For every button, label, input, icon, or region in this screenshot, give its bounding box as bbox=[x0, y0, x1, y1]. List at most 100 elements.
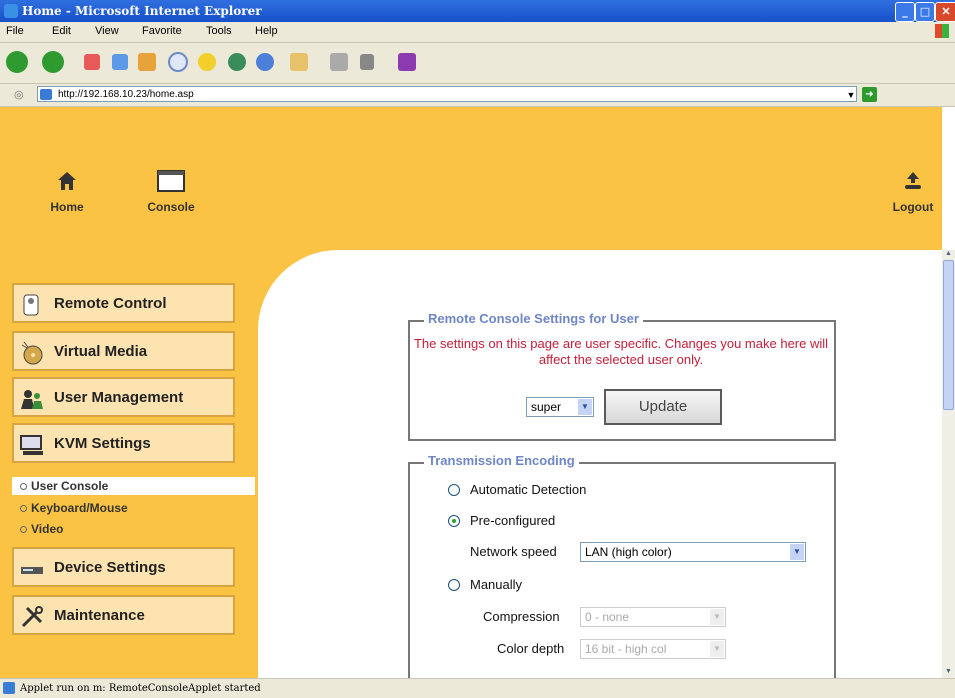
address-bar: ◎ http://192.168.10.23/home.asp ▼ ➜ bbox=[0, 84, 955, 107]
manual-radio[interactable] bbox=[448, 579, 460, 591]
nav-logout[interactable]: Logout bbox=[884, 170, 942, 214]
messenger-icon[interactable] bbox=[398, 53, 416, 71]
nav-console-label: Console bbox=[147, 200, 195, 214]
sidebar-label: Device Settings bbox=[54, 559, 166, 576]
page-content: Home Console Logout Remote Control Virtu… bbox=[0, 107, 942, 678]
forward-icon[interactable] bbox=[42, 51, 64, 73]
search-icon[interactable] bbox=[168, 52, 188, 72]
color-depth-select[interactable]: 16 bit - high col ▼ bbox=[580, 639, 726, 659]
user-select[interactable]: super ▼ bbox=[526, 397, 594, 417]
stop-icon[interactable] bbox=[84, 54, 100, 70]
minimize-button[interactable]: _ bbox=[895, 2, 915, 22]
sidebar-item-remote-control[interactable]: Remote Control bbox=[12, 283, 235, 323]
color-depth-value: 16 bit - high col bbox=[585, 642, 667, 656]
nav-home[interactable]: Home bbox=[42, 170, 92, 214]
vertical-scrollbar[interactable]: ▲ ▼ bbox=[942, 250, 955, 678]
window-title: Home - Microsoft Internet Explorer bbox=[22, 4, 262, 18]
sidebar-subitem-keyboard-mouse[interactable]: Keyboard/Mouse bbox=[12, 499, 255, 517]
go-button[interactable]: ➜ bbox=[862, 87, 877, 102]
bullet-icon bbox=[20, 483, 27, 491]
address-dropdown-icon[interactable]: ▼ bbox=[845, 88, 857, 102]
maximize-button[interactable]: □ bbox=[915, 2, 935, 22]
user-settings-panel: Remote Console Settings for User The set… bbox=[408, 311, 836, 441]
bullet-icon bbox=[20, 505, 27, 513]
chevron-down-icon: ▼ bbox=[710, 609, 724, 625]
device-settings-icon bbox=[21, 567, 43, 574]
color-depth-label: Color depth bbox=[497, 641, 565, 656]
remote-control-icon bbox=[23, 294, 39, 316]
network-speed-value: LAN (high color) bbox=[585, 545, 672, 559]
favorites-icon[interactable] bbox=[198, 53, 216, 71]
media-icon[interactable] bbox=[228, 53, 246, 71]
preconfigured-label: Pre-configured bbox=[470, 513, 556, 528]
nav-console[interactable]: Console bbox=[136, 170, 206, 214]
maintenance-icon bbox=[21, 606, 43, 628]
user-management-icon bbox=[21, 390, 43, 409]
auto-detect-radio[interactable] bbox=[448, 484, 460, 496]
menu-tools[interactable]: Tools bbox=[206, 25, 232, 37]
url-field[interactable]: http://192.168.10.23/home.asp bbox=[37, 86, 857, 102]
menu-help[interactable]: Help bbox=[255, 25, 278, 37]
user-settings-legend: Remote Console Settings for User bbox=[424, 311, 643, 326]
sidebar-item-maintenance[interactable]: Maintenance bbox=[12, 595, 235, 635]
chevron-down-icon: ▼ bbox=[578, 399, 592, 415]
compression-label: Compression bbox=[483, 609, 560, 624]
compression-select[interactable]: 0 - none ▼ bbox=[580, 607, 726, 627]
menu-file[interactable]: File bbox=[6, 25, 24, 37]
menu-edit[interactable]: Edit bbox=[52, 25, 71, 37]
manual-label: Manually bbox=[470, 577, 523, 592]
windows-logo-icon bbox=[935, 24, 949, 38]
scroll-thumb[interactable] bbox=[943, 260, 954, 410]
preconfigured-radio[interactable] bbox=[448, 515, 460, 527]
user-select-value: super bbox=[531, 400, 562, 414]
print-icon[interactable] bbox=[330, 53, 348, 71]
user-specific-note: The settings on this page are user speci… bbox=[413, 336, 829, 367]
update-button[interactable]: Update bbox=[604, 389, 722, 425]
browser-toolbar bbox=[0, 43, 955, 84]
refresh-icon[interactable] bbox=[112, 54, 128, 70]
sidebar-subitem-user-console[interactable]: User Console bbox=[12, 477, 255, 495]
status-text: Applet run on m: RemoteConsoleApplet sta… bbox=[20, 683, 261, 694]
sidebar-subitem-video[interactable]: Video bbox=[12, 520, 255, 538]
back-icon[interactable] bbox=[6, 51, 28, 73]
sidebar-label: Virtual Media bbox=[54, 343, 148, 360]
encoding-legend: Transmission Encoding bbox=[424, 453, 579, 468]
auto-detect-label: Automatic Detection bbox=[470, 482, 587, 497]
network-speed-label: Network speed bbox=[470, 544, 557, 559]
mail-icon[interactable] bbox=[290, 53, 308, 71]
scroll-down-icon[interactable]: ▼ bbox=[943, 668, 954, 678]
compression-value: 0 - none bbox=[585, 610, 630, 624]
close-button[interactable]: ✕ bbox=[935, 2, 955, 22]
logout-nav-icon bbox=[905, 172, 921, 189]
home-nav-icon bbox=[58, 172, 76, 190]
sidebar-item-user-management[interactable]: User Management bbox=[12, 377, 235, 417]
menu-favorite[interactable]: Favorite bbox=[142, 25, 182, 37]
sidebar-label: KVM Settings bbox=[54, 435, 151, 452]
encoding-panel: Transmission Encoding Automatic Detectio… bbox=[408, 453, 836, 678]
sidebar-item-virtual-media[interactable]: Virtual Media bbox=[12, 331, 235, 371]
nav-logout-label: Logout bbox=[892, 200, 934, 214]
window-title-bar: Home - Microsoft Internet Explorer _ □ ✕ bbox=[0, 0, 955, 22]
menu-view[interactable]: View bbox=[95, 25, 119, 37]
sidebar-label: User Management bbox=[54, 389, 184, 406]
sidebar-item-kvm-settings[interactable]: KVM Settings bbox=[12, 423, 235, 463]
home-icon[interactable] bbox=[138, 53, 156, 71]
console-nav-icon bbox=[157, 170, 185, 192]
address-label-icon: ◎ bbox=[14, 89, 24, 101]
menu-bar: File Edit View Favorite Tools Help bbox=[0, 22, 955, 43]
chevron-down-icon: ▼ bbox=[790, 544, 804, 560]
virtual-media-icon bbox=[21, 341, 43, 365]
sidebar-item-device-settings[interactable]: Device Settings bbox=[12, 547, 235, 587]
status-icon bbox=[3, 682, 15, 694]
history-icon[interactable] bbox=[256, 53, 274, 71]
network-speed-select[interactable]: LAN (high color) ▼ bbox=[580, 542, 806, 562]
kvm-settings-icon bbox=[20, 435, 43, 455]
subitem-label: Video bbox=[31, 522, 64, 536]
subitem-label: User Console bbox=[31, 479, 109, 493]
scroll-up-icon[interactable]: ▲ bbox=[943, 250, 954, 260]
bullet-icon bbox=[20, 526, 27, 534]
edit-icon[interactable] bbox=[360, 54, 374, 70]
sidebar-label: Remote Control bbox=[54, 295, 167, 312]
subitem-label: Keyboard/Mouse bbox=[31, 501, 128, 515]
sidebar-label: Maintenance bbox=[54, 607, 145, 624]
